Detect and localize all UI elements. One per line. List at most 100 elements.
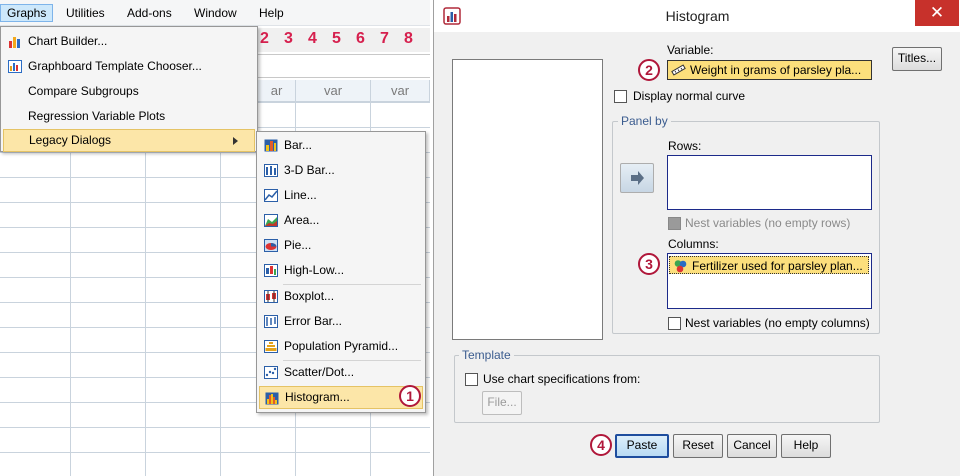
selected-variable[interactable]: Weight in grams of parsley pla...	[668, 61, 871, 79]
use-chart-spec-checkbox[interactable]	[465, 373, 478, 386]
var-column-header[interactable]: var	[371, 80, 430, 102]
menu-item-graphboard-template[interactable]: Graphboard Template Chooser...	[3, 55, 255, 78]
scatter-icon	[264, 366, 278, 379]
callout-step-2: 2	[638, 59, 660, 81]
menu-item-label: Error Bar...	[284, 314, 343, 328]
move-variable-button[interactable]	[620, 163, 654, 193]
menu-item-error-bar[interactable]: Error Bar...	[259, 310, 423, 333]
display-normal-curve-label: Display normal curve	[633, 89, 746, 103]
callout-step-1: 1	[399, 385, 421, 407]
menu-item-label: Histogram...	[285, 390, 350, 404]
display-normal-curve-checkbox[interactable]	[614, 90, 627, 103]
legacy-dialogs-menu: Bar... 3-D Bar... Line... Area... Pie...…	[256, 131, 426, 413]
column-number: 7	[380, 30, 389, 47]
menu-graphs[interactable]: Graphs	[0, 4, 54, 22]
columns-field[interactable]: Fertilizer used for parsley plan...	[667, 253, 872, 309]
population-pyramid-icon	[264, 340, 278, 353]
high-low-icon	[264, 264, 278, 277]
nest-rows-checkbox	[668, 217, 681, 230]
menu-utilities[interactable]: Utilities	[60, 4, 111, 22]
callout-step-4: 4	[590, 434, 612, 456]
menu-add-ons[interactable]: Add-ons	[121, 4, 178, 22]
columns-label: Columns:	[668, 237, 719, 251]
boxplot-icon	[264, 290, 278, 303]
menu-item-bar[interactable]: Bar...	[259, 134, 423, 157]
use-chart-spec-label: Use chart specifications from:	[483, 372, 641, 386]
menubar: Graphs Utilities Add-ons Window Help	[0, 0, 430, 26]
cell-editor-strip[interactable]	[258, 54, 430, 78]
submenu-arrow-icon	[233, 137, 238, 145]
menu-item-label: Scatter/Dot...	[284, 365, 355, 379]
nest-columns-checkbox[interactable]	[668, 317, 681, 330]
menu-item-3d-bar[interactable]: 3-D Bar...	[259, 159, 423, 182]
nest-columns-label: Nest variables (no empty columns)	[685, 316, 870, 330]
dialog-title: Histogram	[665, 8, 730, 24]
titles-button[interactable]: Titles...	[892, 47, 942, 71]
menu-item-label: Area...	[284, 213, 320, 227]
source-variable-list[interactable]	[452, 59, 603, 340]
graphboard-icon	[8, 60, 22, 73]
rows-field[interactable]	[667, 155, 872, 210]
menu-item-label: Boxplot...	[284, 289, 335, 303]
menu-item-line[interactable]: Line...	[259, 184, 423, 207]
cancel-button[interactable]: Cancel	[727, 434, 777, 458]
area-chart-icon	[264, 214, 278, 227]
line-chart-icon	[264, 189, 278, 202]
variable-field[interactable]: Weight in grams of parsley pla...	[667, 60, 872, 80]
menu-item-label: 3-D Bar...	[284, 163, 335, 177]
histogram-dialog: Histogram ✕ 2 Variable: Weight in grams …	[433, 0, 960, 476]
menu-item-label: High-Low...	[284, 263, 345, 277]
menu-item-area[interactable]: Area...	[259, 209, 423, 232]
help-button[interactable]: Help	[781, 434, 831, 458]
menu-item-label: Graphboard Template Chooser...	[28, 59, 202, 73]
column-number: 4	[308, 30, 317, 47]
paste-button[interactable]: Paste	[615, 434, 669, 458]
menu-item-legacy-dialogs[interactable]: Legacy Dialogs	[3, 129, 255, 152]
var-column-header[interactable]: ar	[258, 80, 296, 102]
menu-window[interactable]: Window	[188, 4, 243, 22]
data-editor-window: Graphs Utilities Add-ons Window Help 2 3…	[0, 0, 430, 476]
menu-item-label: Chart Builder...	[28, 34, 108, 48]
menu-item-label: Bar...	[284, 138, 313, 152]
nest-rows-label: Nest variables (no empty rows)	[685, 216, 851, 230]
column-number: 6	[356, 30, 365, 47]
menu-help[interactable]: Help	[253, 4, 290, 22]
menu-item-chart-builder[interactable]: Chart Builder...	[3, 30, 255, 53]
menu-item-label: Population Pyramid...	[284, 339, 399, 353]
close-icon: ✕	[929, 3, 945, 22]
menu-item-regression-variable-plots[interactable]: Regression Variable Plots	[3, 105, 255, 128]
variable-label: Variable:	[667, 43, 714, 57]
column-number: 5	[332, 30, 341, 47]
error-bar-icon	[264, 315, 278, 328]
reset-button[interactable]: Reset	[673, 434, 723, 458]
menu-item-label: Line...	[284, 188, 317, 202]
menu-item-high-low[interactable]: High-Low...	[259, 259, 423, 282]
3d-bar-icon	[264, 164, 278, 177]
menu-item-population-pyramid[interactable]: Population Pyramid...	[259, 335, 423, 358]
rows-label: Rows:	[668, 139, 702, 153]
selected-column-variable-label: Fertilizer used for parsley plan...	[692, 259, 863, 273]
bar-chart-icon	[264, 139, 278, 152]
menu-item-label: Regression Variable Plots	[28, 109, 166, 123]
close-button[interactable]: ✕	[915, 0, 959, 26]
column-number: 2	[260, 30, 269, 47]
template-title: Template	[459, 348, 514, 362]
callout-step-3: 3	[638, 253, 660, 275]
ruler-icon	[671, 64, 686, 76]
selected-variable-label: Weight in grams of parsley pla...	[690, 63, 862, 77]
arrow-right-icon	[631, 171, 644, 185]
column-number: 8	[404, 30, 413, 47]
menu-item-label: Pie...	[284, 238, 312, 252]
var-column-header[interactable]: var	[296, 80, 371, 102]
pie-chart-icon	[264, 239, 278, 252]
menu-item-boxplot[interactable]: Boxplot...	[259, 285, 423, 308]
menu-item-compare-subgroups[interactable]: Compare Subgroups	[3, 80, 255, 103]
histogram-icon	[265, 392, 279, 405]
dialog-titlebar: Histogram ✕	[434, 0, 960, 32]
menu-item-scatter-dot[interactable]: Scatter/Dot...	[259, 361, 423, 384]
selected-column-variable[interactable]: Fertilizer used for parsley plan...	[669, 256, 869, 274]
menu-item-pie[interactable]: Pie...	[259, 234, 423, 257]
panel-by-title: Panel by	[618, 114, 671, 128]
graphs-menu: Chart Builder... Graphboard Template Cho…	[0, 26, 258, 152]
nominal-variable-icon	[674, 260, 687, 273]
